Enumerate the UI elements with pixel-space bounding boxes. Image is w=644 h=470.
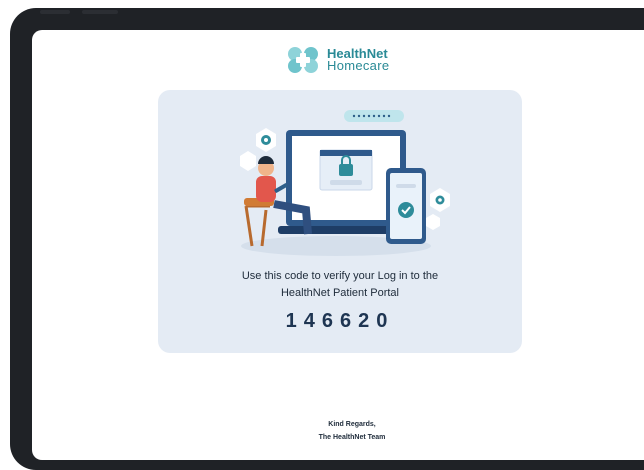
- email-screen: HealthNet Homecare Use this code to veri…: [32, 30, 644, 460]
- healthnet-logo-icon: [288, 47, 318, 73]
- tablet-frame: HealthNet Homecare Use this code to veri…: [10, 8, 644, 470]
- verification-card: Use this code to verify your Log in to t…: [158, 90, 522, 353]
- verification-message: Use this code to verify your Log in to t…: [158, 268, 522, 302]
- signoff-line-2: The HealthNet Team: [318, 434, 386, 441]
- phone-check-icon: [398, 202, 414, 218]
- gear-icon: [261, 135, 271, 145]
- tablet-button: [82, 10, 118, 14]
- message-line-1: Use this code to verify your Log in to t…: [241, 270, 439, 282]
- signoff-line-1: Kind Regards,: [328, 421, 376, 428]
- email-signoff: Kind Regards, The HealthNet Team: [32, 418, 644, 444]
- tablet-button: [40, 10, 70, 14]
- laptop-lock-illustration: [240, 110, 450, 256]
- message-line-2: HealthNet Patient Portal: [280, 287, 399, 299]
- brand-logo: HealthNet Homecare: [285, 44, 389, 76]
- verification-code: 146620: [285, 310, 395, 332]
- brand-name-line2: Homecare: [327, 58, 390, 73]
